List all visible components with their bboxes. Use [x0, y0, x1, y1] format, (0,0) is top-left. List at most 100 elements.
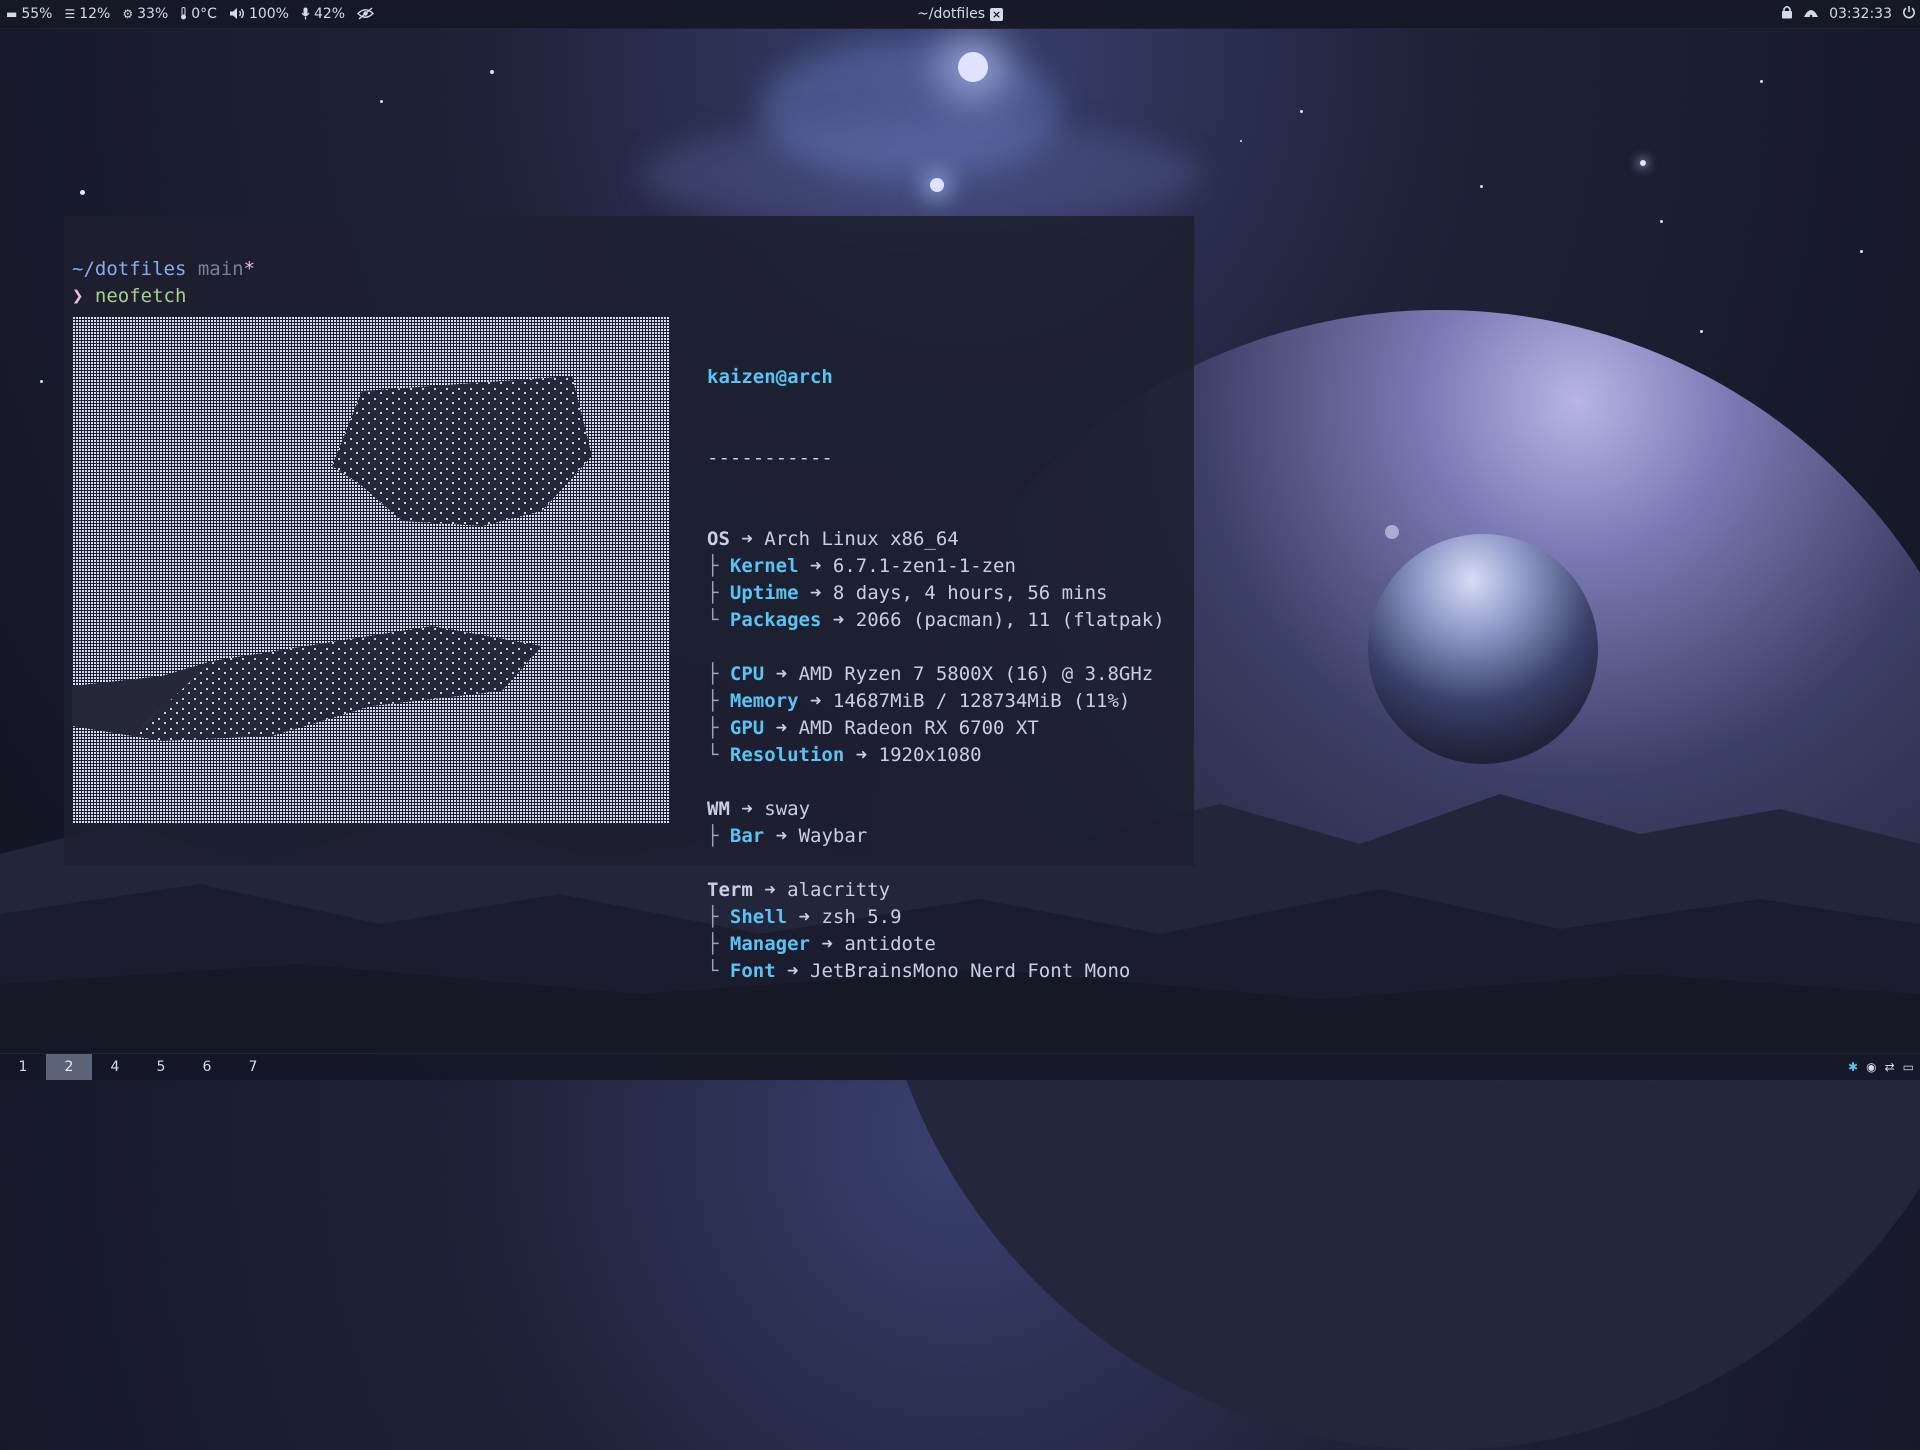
info-key: WM [707, 798, 730, 820]
star [1300, 110, 1303, 113]
info-row: ├ Shell ➜ zsh 5.9 [707, 904, 1165, 931]
prompt-symbol: ❯ [72, 285, 84, 307]
info-key: OS [707, 528, 730, 550]
arrow-icon: ➜ [855, 744, 868, 766]
network-icon[interactable] [1803, 6, 1819, 22]
arrow-icon: ➜ [810, 582, 822, 604]
info-value: Arch Linux x86_64 [764, 528, 959, 550]
bottom-bar: 124567 ✱ ◉ ⇄ ▭ [0, 1053, 1920, 1080]
tray-target-icon[interactable]: ◉ [1866, 1060, 1876, 1074]
microphone-icon [301, 7, 310, 22]
arrow-icon: ➜ [741, 798, 753, 820]
terminal-window[interactable]: ~/dotfiles main* ❯ neofetch kaizen@arch … [64, 216, 1194, 982]
workspace-button-4[interactable]: 4 [92, 1054, 138, 1080]
workspace-button-6[interactable]: 6 [184, 1054, 230, 1080]
star [80, 190, 85, 195]
cpu-usage-module[interactable]: ⚙ 33% [122, 6, 168, 22]
top-bar: ▬ 55% ☰ 12% ⚙ 33% 0°C 100% 42% ~/dotfile… [0, 0, 1920, 29]
info-value: zsh 5.9 [821, 906, 902, 928]
tree-connector: ├ [707, 906, 719, 928]
shell-prompt: ~/dotfiles main* ❯ neofetch [72, 256, 255, 310]
info-row: └ Font ➜ JetBrainsMono Nerd Font Mono [707, 958, 1165, 985]
info-value: sway [764, 798, 811, 820]
close-icon[interactable]: × [990, 7, 1004, 21]
info-value: 14687MiB / 128734MiB (11%) [832, 690, 1131, 712]
temperature-icon [180, 6, 187, 22]
info-value: 1920x1080 [878, 744, 982, 766]
arrow-icon: ➜ [821, 933, 833, 955]
temperature-value: 0°C [191, 6, 217, 22]
arrow-icon: ➜ [741, 528, 753, 550]
tree-connector: ├ [707, 825, 719, 847]
tree-connector: ├ [707, 933, 719, 955]
star [1660, 220, 1663, 223]
star [1480, 185, 1483, 188]
eye-slash-icon [357, 6, 375, 22]
window-title-module[interactable]: ~/dotfiles × [916, 6, 1004, 22]
info-key: Packages [729, 609, 822, 631]
info-value: antidote [844, 933, 936, 955]
info-key: Manager [729, 933, 810, 955]
info-key: Resolution [729, 744, 845, 766]
tray-network-icon[interactable]: ⇄ [1885, 1060, 1895, 1074]
info-value: 8 days, 4 hours, 56 mins [832, 582, 1108, 604]
arrow-icon: ➜ [775, 825, 788, 847]
info-row: └ Packages ➜ 2066 (pacman), 11 (flatpak) [707, 607, 1165, 634]
window-title: ~/dotfiles [916, 6, 986, 22]
star [1700, 330, 1703, 333]
ascii-art-logo [72, 316, 670, 824]
prompt-dirty-marker: * [243, 258, 256, 280]
command-line: ❯ neofetch [72, 283, 255, 310]
separator: ----------- [707, 447, 833, 469]
info-row: WM ➜ sway [707, 796, 1165, 823]
lock-icon[interactable] [1781, 5, 1793, 23]
userhost-line: kaizen@arch [707, 364, 1165, 391]
info-row: ├ Kernel ➜ 6.7.1-zen1-1-zen [707, 553, 1165, 580]
info-value: 6.7.1-zen1-1-zen [832, 555, 1016, 577]
moon [1385, 525, 1399, 539]
disk-usage-value: 55% [21, 6, 53, 22]
workspace-list: 124567 [0, 1054, 276, 1080]
microphone-value: 42% [313, 6, 346, 22]
command-text: neofetch [94, 285, 187, 307]
microphone-module[interactable]: 42% [301, 6, 345, 22]
tray-display-icon[interactable]: ▭ [1903, 1060, 1914, 1074]
star [490, 70, 494, 74]
arrow-icon: ➜ [832, 609, 845, 631]
info-key: Uptime [729, 582, 799, 604]
temperature-module[interactable]: 0°C [180, 6, 217, 22]
volume-module[interactable]: 100% [229, 6, 289, 22]
system-stats: ▬ 55% ☰ 12% ⚙ 33% 0°C 100% 42% [0, 6, 375, 22]
tree-connector: └ [707, 960, 719, 982]
disk-icon: ▬ [6, 7, 18, 21]
prompt-git-branch: main [197, 258, 244, 280]
idle-inhibitor-module[interactable] [357, 6, 375, 22]
arrow-icon: ➜ [810, 690, 822, 712]
arrow-icon: ➜ [798, 906, 811, 928]
power-icon[interactable] [1902, 5, 1916, 23]
info-value: JetBrainsMono Nerd Font Mono [810, 960, 1131, 982]
memory-icon: ☰ [64, 7, 76, 21]
info-key: Bar [729, 825, 765, 847]
info-key: Font [729, 960, 776, 982]
arrow-icon: ➜ [775, 717, 788, 739]
workspace-button-5[interactable]: 5 [138, 1054, 184, 1080]
tray-app-icon[interactable]: ✱ [1848, 1060, 1858, 1074]
workspace-button-7[interactable]: 7 [230, 1054, 276, 1080]
disk-usage-module[interactable]: ▬ 55% [6, 6, 52, 22]
info-key: GPU [729, 717, 765, 739]
info-value: AMD Ryzen 7 5800X (16) @ 3.8GHz [798, 663, 1154, 685]
bright-star [930, 178, 944, 192]
bright-star [958, 52, 988, 82]
tree-connector: ├ [707, 555, 719, 577]
workspace-button-2[interactable]: 2 [46, 1054, 92, 1080]
cpu-icon: ⚙ [122, 7, 134, 21]
workspace-button-1[interactable]: 1 [0, 1054, 46, 1080]
memory-usage-module[interactable]: ☰ 12% [64, 6, 110, 22]
clock[interactable]: 03:32:33 [1829, 6, 1892, 22]
prompt-line: ~/dotfiles main* [72, 256, 255, 283]
info-row: ├ Manager ➜ antidote [707, 931, 1165, 958]
star [1760, 80, 1763, 83]
